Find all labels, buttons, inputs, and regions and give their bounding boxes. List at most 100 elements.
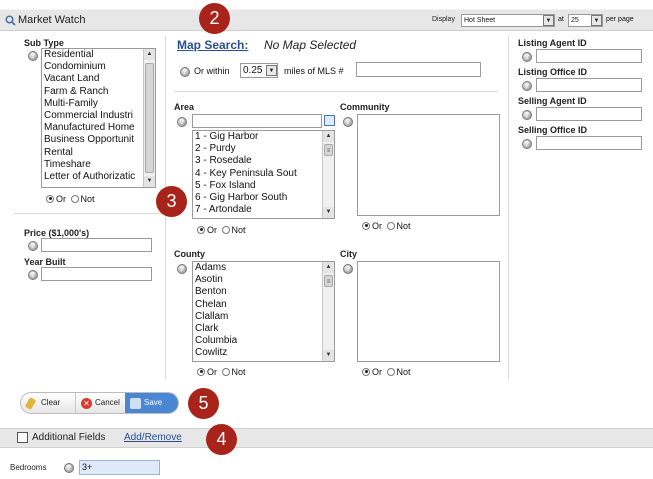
- list-item[interactable]: 6 - Gig Harbor South: [195, 192, 334, 204]
- list-item[interactable]: 4 - Key Peninsula Sout: [195, 168, 334, 180]
- list-item[interactable]: Residential: [44, 49, 155, 61]
- listing-office-label: Listing Office ID: [518, 67, 588, 77]
- list-picker-icon[interactable]: [324, 115, 335, 126]
- scroll-down-icon[interactable]: ▼: [323, 350, 334, 361]
- help-icon[interactable]: ?: [28, 270, 38, 280]
- mls-input[interactable]: [356, 62, 481, 77]
- selling-office-input[interactable]: [536, 136, 642, 150]
- list-item[interactable]: Chelan: [195, 299, 334, 311]
- not-label: Not: [231, 224, 246, 235]
- save-button[interactable]: Save: [125, 393, 178, 413]
- or-radio[interactable]: [362, 367, 370, 376]
- cancel-button[interactable]: ✕ Cancel: [75, 393, 125, 413]
- list-item[interactable]: 5 - Fox Island: [195, 180, 334, 192]
- or-radio[interactable]: [197, 367, 205, 376]
- not-radio[interactable]: [70, 194, 79, 203]
- listing-office-input[interactable]: [536, 78, 642, 92]
- scrollbar[interactable]: ▲ ▼: [143, 49, 155, 187]
- clear-button[interactable]: Clear: [22, 393, 75, 413]
- help-icon[interactable]: ?: [343, 117, 353, 127]
- list-item[interactable]: Asotin: [195, 274, 334, 286]
- chevron-down-icon[interactable]: ▼: [591, 15, 602, 26]
- county-listbox[interactable]: Adams Asotin Benton Chelan Clallam Clark…: [192, 261, 335, 362]
- list-item[interactable]: Clark: [195, 323, 334, 335]
- not-radio[interactable]: [221, 225, 230, 234]
- not-radio[interactable]: [221, 367, 230, 376]
- scrollbar[interactable]: ▲ ≡ ▼: [322, 131, 334, 218]
- selling-agent-input[interactable]: [536, 107, 642, 121]
- scroll-up-icon[interactable]: ▲: [144, 49, 155, 60]
- scroll-thumb[interactable]: ≡: [324, 275, 333, 287]
- selling-office-label: Selling Office ID: [518, 125, 588, 135]
- map-status: No Map Selected: [264, 38, 357, 52]
- list-item[interactable]: 7 - Artondale: [195, 204, 334, 216]
- help-icon[interactable]: ?: [28, 51, 38, 61]
- not-radio[interactable]: [386, 367, 395, 376]
- list-item[interactable]: Business Opportunit: [44, 134, 155, 146]
- chevron-down-icon[interactable]: ▼: [543, 15, 554, 26]
- help-icon[interactable]: ?: [177, 264, 187, 274]
- price-input[interactable]: [41, 238, 152, 252]
- help-icon[interactable]: ?: [180, 67, 190, 77]
- cancel-label: Cancel: [95, 398, 120, 407]
- year-built-input[interactable]: [41, 267, 152, 281]
- list-item[interactable]: 1 - Gig Harbor: [195, 131, 334, 143]
- or-radio[interactable]: [46, 194, 54, 203]
- scroll-down-icon[interactable]: ▼: [144, 176, 155, 187]
- list-item[interactable]: Timeshare: [44, 159, 155, 171]
- bedrooms-input[interactable]: 3+: [79, 460, 160, 475]
- list-item[interactable]: Farm & Ranch: [44, 86, 155, 98]
- area-listbox[interactable]: 1 - Gig Harbor 2 - Purdy 3 - Rosedale 4 …: [192, 130, 335, 219]
- city-or-not: Or Not: [362, 366, 413, 377]
- list-item[interactable]: Rental: [44, 147, 155, 159]
- per-page-label: per page: [606, 16, 634, 23]
- sub-type-listbox[interactable]: Residential Condominium Vacant Land Farm…: [41, 48, 156, 188]
- scroll-thumb[interactable]: [145, 63, 154, 173]
- listing-agent-label: Listing Agent ID: [518, 38, 587, 48]
- or-label: Or: [207, 224, 217, 235]
- list-item[interactable]: Cowlitz: [195, 347, 334, 359]
- help-icon[interactable]: ?: [64, 463, 74, 473]
- list-item[interactable]: Adams: [195, 262, 334, 274]
- community-or-not: Or Not: [362, 220, 413, 231]
- help-icon[interactable]: ?: [522, 110, 532, 120]
- not-radio[interactable]: [386, 221, 395, 230]
- help-icon[interactable]: ?: [522, 52, 532, 62]
- or-radio[interactable]: [197, 225, 205, 234]
- map-search-link[interactable]: Map Search:: [177, 38, 248, 52]
- help-icon[interactable]: ?: [522, 81, 532, 91]
- list-item[interactable]: Vacant Land: [44, 73, 155, 85]
- display-select[interactable]: Hot Sheet: [461, 14, 555, 27]
- list-item[interactable]: Columbia: [195, 335, 334, 347]
- area-label: Area: [174, 102, 195, 112]
- or-radio[interactable]: [362, 221, 370, 230]
- list-item[interactable]: Commercial Industri: [44, 110, 155, 122]
- disk-icon: [130, 398, 141, 409]
- community-listbox[interactable]: [357, 114, 500, 216]
- list-item[interactable]: Manufactured Home: [44, 122, 155, 134]
- scroll-thumb[interactable]: ≡: [324, 144, 333, 156]
- listing-agent-input[interactable]: [536, 49, 642, 63]
- help-icon[interactable]: ?: [28, 241, 38, 251]
- scroll-down-icon[interactable]: ▼: [323, 207, 334, 218]
- list-item[interactable]: Clallam: [195, 311, 334, 323]
- list-item[interactable]: Condominium: [44, 61, 155, 73]
- scroll-up-icon[interactable]: ▲: [323, 262, 334, 273]
- chevron-down-icon[interactable]: ▼: [266, 65, 277, 76]
- area-filter-input[interactable]: [192, 114, 322, 128]
- search-icon: [5, 15, 16, 26]
- scrollbar[interactable]: ▲ ≡ ▼: [322, 262, 334, 361]
- list-item[interactable]: Benton: [195, 286, 334, 298]
- list-item[interactable]: 3 - Rosedale: [195, 155, 334, 167]
- help-icon[interactable]: ?: [177, 117, 187, 127]
- add-remove-link[interactable]: Add/Remove: [124, 432, 182, 443]
- not-label: Not: [231, 366, 246, 377]
- help-icon[interactable]: ?: [522, 139, 532, 149]
- list-item[interactable]: Multi-Family: [44, 98, 155, 110]
- city-listbox[interactable]: [357, 261, 500, 362]
- help-icon[interactable]: ?: [343, 264, 353, 274]
- year-built-label: Year Built: [24, 257, 66, 267]
- list-item[interactable]: 2 - Purdy: [195, 143, 334, 155]
- list-item[interactable]: Letter of Authorizatic: [44, 171, 155, 183]
- scroll-up-icon[interactable]: ▲: [323, 131, 334, 142]
